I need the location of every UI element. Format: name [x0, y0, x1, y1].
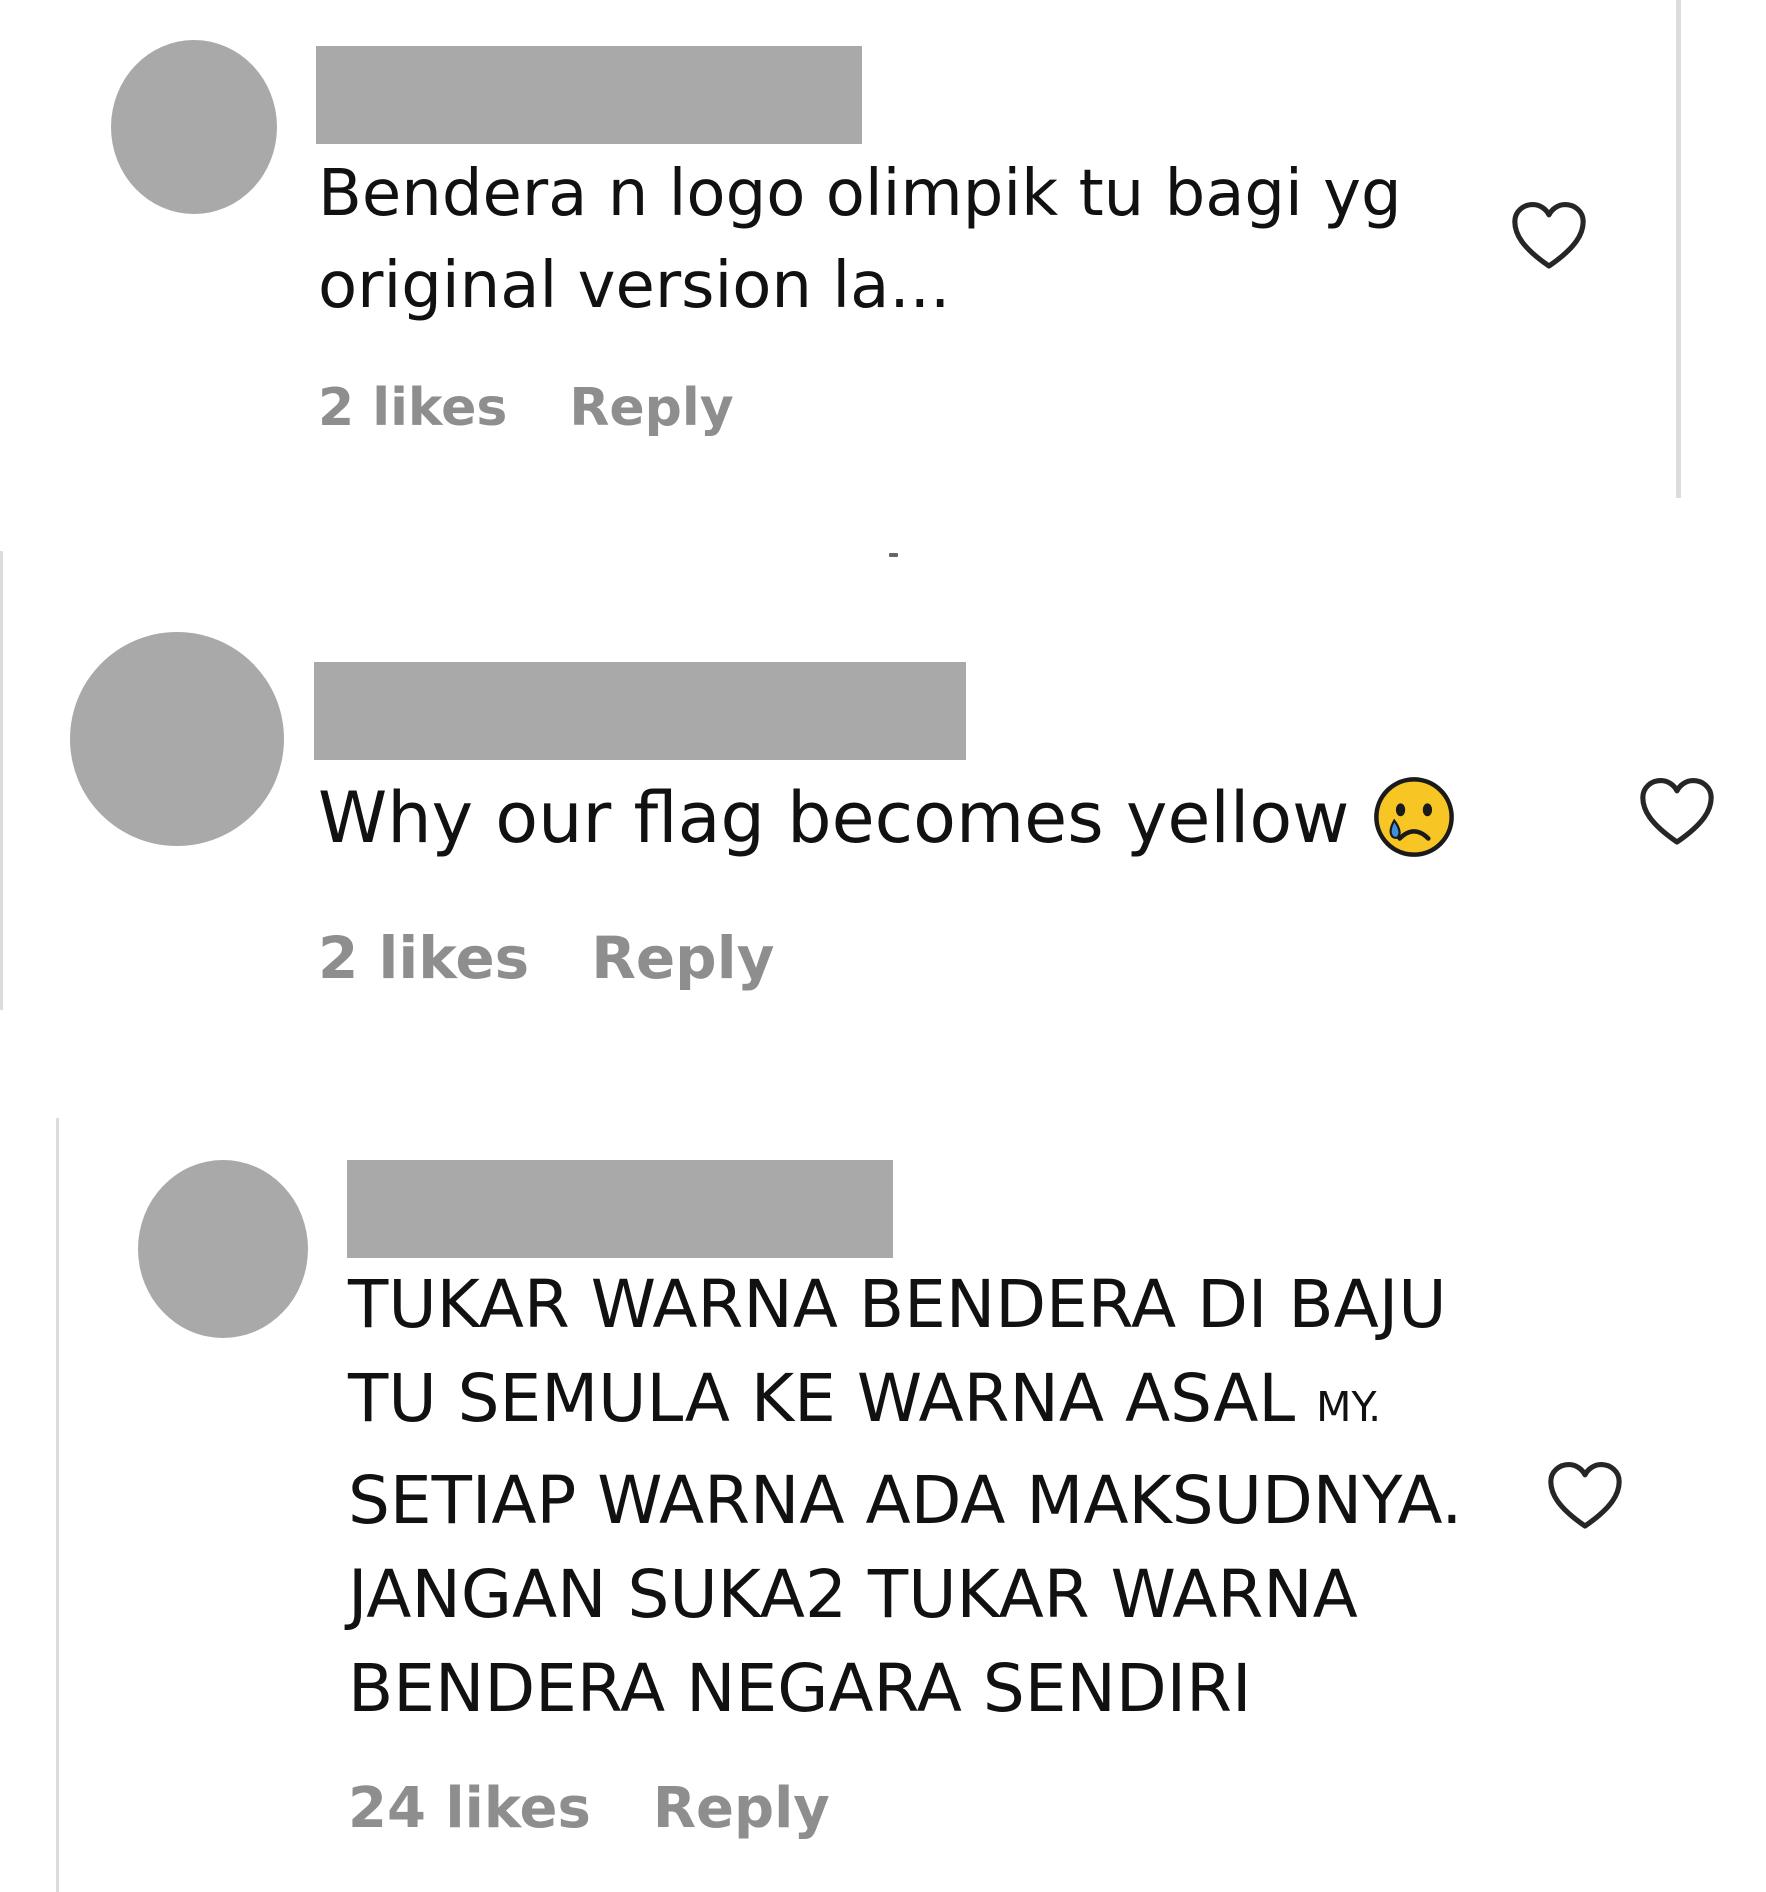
- comment-text: TUKAR WARNA BENDERA DI BAJU TU SEMULA KE…: [348, 1258, 1462, 1736]
- avatar[interactable]: [70, 632, 284, 846]
- heart-outline-icon[interactable]: [1636, 772, 1718, 854]
- comment-line: BENDERA NEGARA SENDIRI: [348, 1650, 1252, 1727]
- username-redacted[interactable]: [316, 46, 862, 144]
- comment-line-text: TU SEMULA KE WARNA ASAL: [348, 1360, 1317, 1437]
- comment-line: Bendera n logo olimpik tu bagi yg: [318, 157, 1402, 231]
- left-divider-second: [0, 551, 3, 1010]
- crying-face-emoji: [1371, 774, 1457, 860]
- comment-line: Why our flag becomes yellow: [318, 777, 1350, 859]
- left-divider-third: [56, 1118, 59, 1892]
- comment-text: Why our flag becomes yellow: [318, 768, 1457, 868]
- comment-line: TU SEMULA KE WARNA ASAL MY.: [348, 1352, 1462, 1454]
- comment-meta: 24 likes Reply: [348, 1776, 830, 1841]
- username-redacted[interactable]: [314, 662, 966, 760]
- comment-line: JANGAN SUKA2 TUKAR WARNA: [348, 1556, 1358, 1633]
- reply-button[interactable]: Reply: [653, 1776, 830, 1841]
- country-code: MY.: [1316, 1383, 1382, 1431]
- comment-line: SETIAP WARNA ADA MAKSUDNYA.: [348, 1462, 1463, 1539]
- heart-outline-icon[interactable]: [1508, 196, 1590, 278]
- comment-meta: 2 likes Reply: [318, 924, 774, 992]
- comment-line: TUKAR WARNA BENDERA DI BAJU: [348, 1266, 1447, 1343]
- reply-button[interactable]: Reply: [569, 378, 733, 438]
- likes-count[interactable]: 2 likes: [318, 924, 529, 992]
- comment-meta: 2 likes Reply: [318, 378, 734, 438]
- comment-text: Bendera n logo olimpik tu bagi yg origin…: [318, 148, 1402, 332]
- likes-count[interactable]: 24 likes: [348, 1776, 591, 1841]
- likes-count[interactable]: 2 likes: [318, 378, 507, 438]
- heart-outline-icon[interactable]: [1544, 1456, 1626, 1538]
- stray-mark: [889, 553, 898, 557]
- right-divider: [1676, 0, 1681, 498]
- avatar[interactable]: [138, 1160, 308, 1338]
- avatar[interactable]: [111, 40, 277, 214]
- comment-line: original version la...: [318, 249, 951, 323]
- username-redacted[interactable]: [347, 1160, 893, 1258]
- reply-button[interactable]: Reply: [591, 924, 774, 992]
